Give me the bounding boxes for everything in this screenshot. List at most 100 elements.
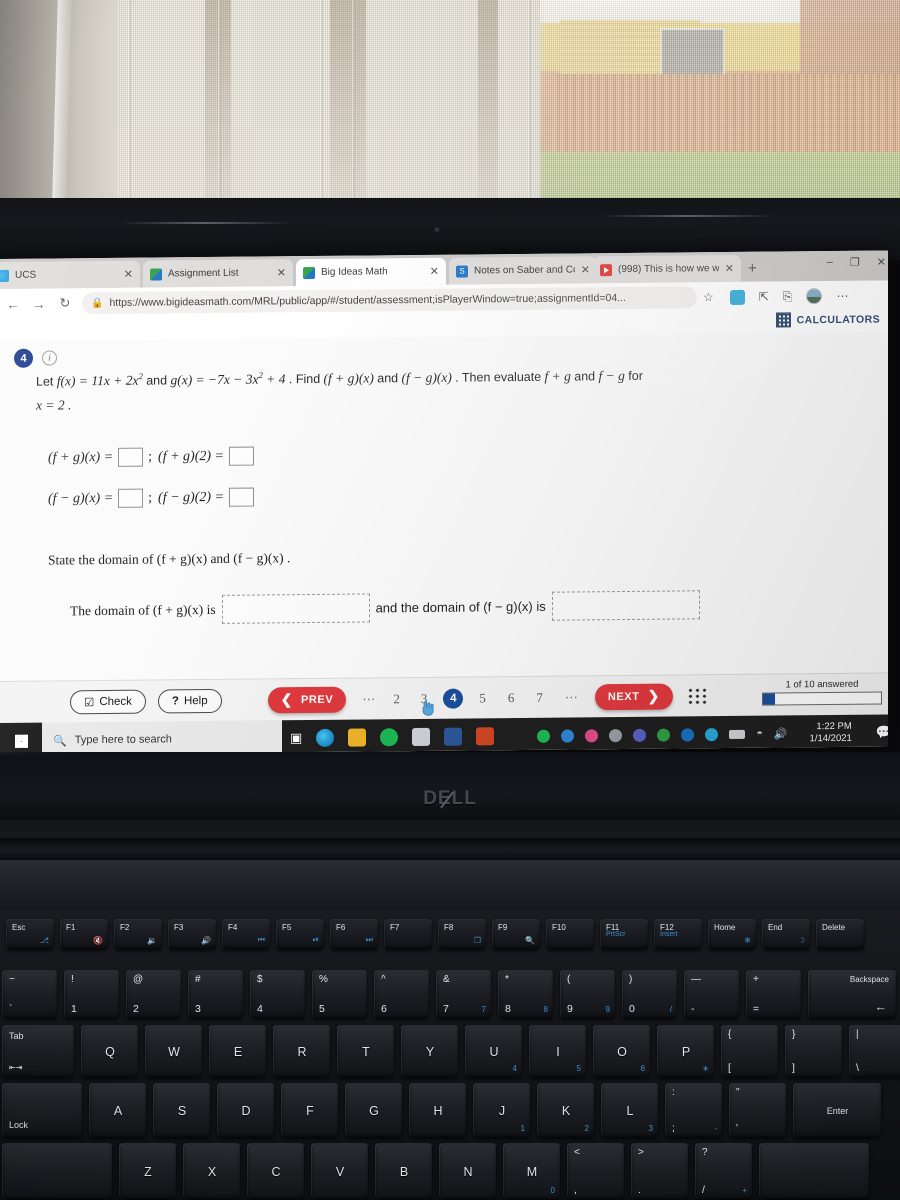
browser-tab-ucs[interactable]: UCS ✕ <box>0 260 140 290</box>
key-shift-right[interactable] <box>759 1143 869 1199</box>
key-[interactable]: + = <box>746 970 801 1018</box>
back-button[interactable]: ← <box>0 296 26 311</box>
close-icon[interactable]: ✕ <box>124 268 133 281</box>
refresh-button[interactable]: ↻ <box>52 295 78 311</box>
info-icon[interactable]: i <box>42 350 57 366</box>
answer-input-fmg-2[interactable] <box>228 487 254 507</box>
start-button[interactable] <box>0 722 42 755</box>
spotify-tray-icon[interactable] <box>537 729 551 743</box>
key-h[interactable]: H <box>409 1083 466 1137</box>
browser-tab-notes[interactable]: S Notes on Saber and Conoc... ✕ <box>449 256 597 285</box>
key-c[interactable]: C <box>247 1143 304 1199</box>
close-icon[interactable]: ✕ <box>581 263 590 276</box>
key-tab[interactable]: Tab ⇤⇥ <box>2 1025 74 1077</box>
key-1[interactable]: ! 1 <box>64 970 119 1018</box>
answer-input-fg-x[interactable] <box>118 447 144 467</box>
key-d[interactable]: D <box>217 1083 274 1137</box>
key-[interactable]: }] <box>785 1025 842 1077</box>
key-capslock[interactable]: Lock <box>2 1083 82 1137</box>
key-home[interactable]: Home ❄ <box>708 919 756 949</box>
browser-more-icon[interactable]: ⋯ <box>836 289 848 303</box>
key-symbol[interactable]: <, <box>567 1143 624 1199</box>
security-icon[interactable] <box>657 728 671 742</box>
forward-button[interactable]: → <box>26 296 52 311</box>
reading-list-icon[interactable]: ⇱ <box>759 290 769 304</box>
key-end[interactable]: End ☽ <box>762 919 810 949</box>
key-t[interactable]: T <box>337 1025 394 1077</box>
help-button[interactable]: ? Help <box>157 688 222 713</box>
key-p[interactable]: P ∗ <box>657 1025 714 1077</box>
file-explorer-icon[interactable] <box>348 728 367 747</box>
domain-input-sum[interactable] <box>221 593 370 624</box>
key-a[interactable]: A <box>89 1083 146 1137</box>
key-b[interactable]: B <box>375 1143 432 1199</box>
key-w[interactable]: W <box>145 1025 202 1077</box>
close-icon[interactable]: ✕ <box>277 266 286 279</box>
key-l[interactable]: L3 <box>601 1083 658 1137</box>
key-3[interactable]: #3 <box>188 970 243 1018</box>
key-f10[interactable]: F10 <box>546 919 594 949</box>
chat-icon[interactable] <box>705 727 719 741</box>
battery-icon[interactable] <box>729 729 746 739</box>
word-icon[interactable] <box>444 727 463 746</box>
puzzle-app-icon[interactable] <box>412 727 431 747</box>
collections-icon[interactable]: ⎘ <box>783 289 793 304</box>
key-o[interactable]: O6 <box>593 1025 650 1077</box>
key-f3[interactable]: F3 🔊 <box>168 919 216 949</box>
key-delete[interactable]: Delete <box>816 919 864 949</box>
key-j[interactable]: J1 <box>473 1083 530 1137</box>
browser-tab-youtube[interactable]: (998) This is how we won t ✕ <box>593 254 741 284</box>
key-f6[interactable]: F6 ⏭ <box>330 919 378 949</box>
calculators-button[interactable]: CALCULATORS <box>775 312 880 328</box>
key-f5[interactable]: F5 ⏯ <box>276 919 324 949</box>
page-button-5[interactable]: 5 <box>479 690 486 706</box>
pages-ellipsis-left[interactable]: ⋯ <box>362 691 376 707</box>
extension-icon[interactable] <box>729 289 745 305</box>
edge-icon[interactable] <box>316 728 335 747</box>
teams-icon[interactable] <box>633 728 647 742</box>
answer-input-fg-2[interactable] <box>228 446 254 466</box>
powerpoint-icon[interactable] <box>476 727 495 746</box>
url-input[interactable]: 🔒 https://www.bigideasmath.com/MRL/publi… <box>82 286 697 315</box>
maximize-button[interactable]: ❐ <box>850 256 860 269</box>
key-5[interactable]: % 5 <box>312 970 367 1018</box>
page-button-6[interactable]: 6 <box>508 690 515 706</box>
key-backspace[interactable]: Backspace ← <box>808 970 896 1018</box>
taskbar-clock[interactable]: 1:22 PM 1/14/2021 <box>810 721 862 745</box>
favorite-star-icon[interactable]: ☆ <box>697 290 720 304</box>
bluetooth-icon[interactable] <box>681 727 695 741</box>
key-7[interactable]: & 7 7 <box>436 970 491 1018</box>
mail-icon[interactable] <box>609 728 623 742</box>
answer-input-fmg-x[interactable] <box>118 488 144 508</box>
key-symbol[interactable]: " ' <box>729 1083 786 1137</box>
key-g[interactable]: G <box>345 1083 402 1137</box>
key-8[interactable]: * 8 8 <box>498 970 553 1018</box>
key-6[interactable]: ^ 6 <box>374 970 429 1018</box>
page-button-2[interactable]: 2 <box>393 691 400 707</box>
key-q[interactable]: Q <box>81 1025 138 1077</box>
volume-icon[interactable]: 🔊 <box>774 727 788 740</box>
key-u[interactable]: U4 <box>465 1025 522 1077</box>
key-[interactable]: ~ ` <box>2 970 57 1018</box>
notification-icon[interactable]: 💬 <box>876 724 888 740</box>
next-button[interactable]: NEXT ❯ <box>594 683 673 710</box>
taskbar-search[interactable]: 🔍 Type here to search <box>42 720 282 755</box>
pages-ellipsis-right[interactable]: ⋯ <box>565 689 579 705</box>
prev-button[interactable]: ❮ PREV <box>267 686 347 713</box>
key-[interactable]: — - <box>684 970 739 1018</box>
key-[interactable]: {[ <box>721 1025 778 1077</box>
key-9[interactable]: (9 9 <box>560 970 615 1018</box>
minimize-button[interactable]: – <box>827 256 833 269</box>
key-symbol[interactable]: :; - <box>665 1083 722 1137</box>
key-y[interactable]: Y <box>401 1025 458 1077</box>
key-shift-left[interactable] <box>2 1143 112 1199</box>
key-4[interactable]: $4 <box>250 970 305 1018</box>
key-f12[interactable]: F12 Insert <box>654 919 702 949</box>
key-enter[interactable]: Enter <box>793 1083 881 1137</box>
key-f[interactable]: F <box>281 1083 338 1137</box>
domain-input-difference[interactable] <box>551 590 700 621</box>
key-symbol[interactable]: >. <box>631 1143 688 1199</box>
spotify-icon[interactable] <box>380 728 399 747</box>
avatar[interactable] <box>806 288 823 305</box>
close-icon[interactable]: ✕ <box>430 265 439 278</box>
